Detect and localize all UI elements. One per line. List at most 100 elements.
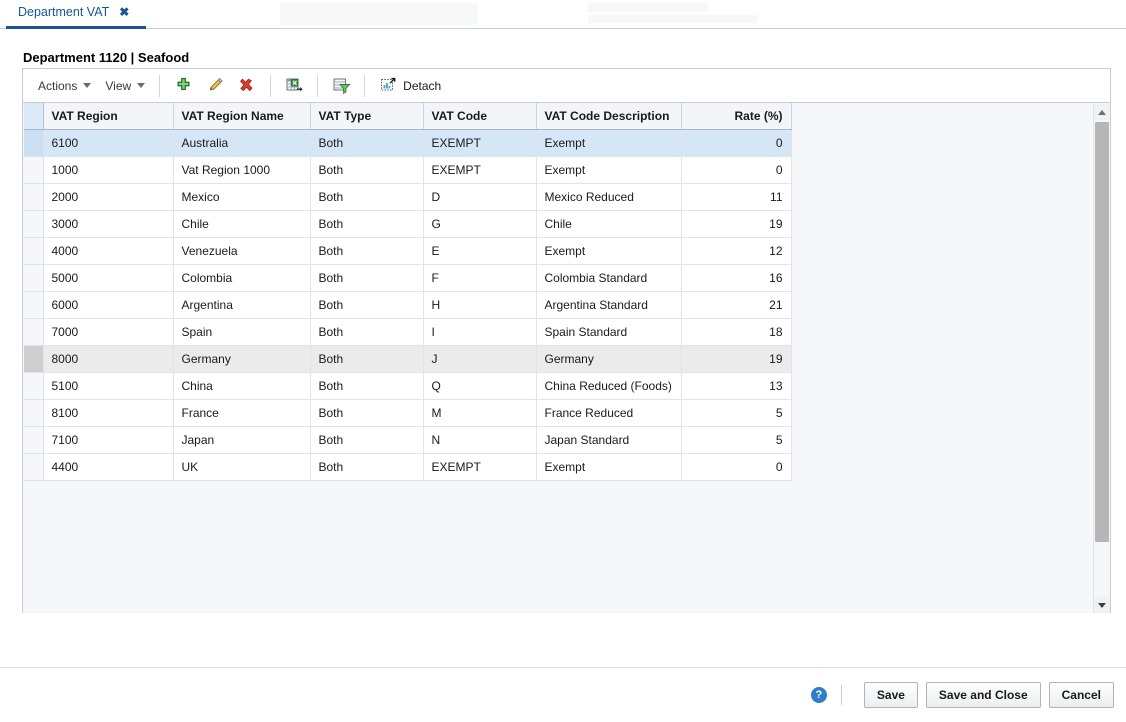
cell-vat-code-description[interactable]: Mexico Reduced	[536, 183, 682, 211]
cell-vat-region[interactable]: 2000	[43, 183, 174, 211]
cell-vat-code[interactable]: EXEMPT	[423, 156, 537, 184]
table-row[interactable]: 1000 Vat Region 1000 Both EXEMPT Exempt 0	[24, 156, 792, 184]
cell-rate[interactable]: 5	[681, 399, 792, 427]
detach-button[interactable]: Detach	[372, 74, 449, 97]
vertical-scrollbar[interactable]	[1093, 104, 1110, 613]
row-selector-cell[interactable]	[24, 372, 44, 400]
table-row[interactable]: 6000 Argentina Both H Argentina Standard 21	[24, 291, 792, 319]
cell-vat-type[interactable]: Both	[310, 129, 424, 157]
cell-rate[interactable]: 19	[681, 210, 792, 238]
cell-rate[interactable]: 0	[681, 156, 792, 184]
add-row-button[interactable]	[169, 73, 197, 99]
row-selector-cell[interactable]	[24, 345, 44, 373]
cell-vat-region-name[interactable]: Australia	[173, 129, 311, 157]
row-selector-cell[interactable]	[24, 156, 44, 184]
cell-vat-region-name[interactable]: France	[173, 399, 311, 427]
cell-vat-region-name[interactable]: Japan	[173, 426, 311, 454]
delete-row-button[interactable]	[233, 73, 261, 99]
cell-vat-code[interactable]: G	[423, 210, 537, 238]
cell-vat-code-description[interactable]: Colombia Standard	[536, 264, 682, 292]
cell-vat-code[interactable]: M	[423, 399, 537, 427]
cell-vat-region[interactable]: 3000	[43, 210, 174, 238]
cell-vat-region[interactable]: 7000	[43, 318, 174, 346]
table-row[interactable]: 2000 Mexico Both D Mexico Reduced 11	[24, 183, 792, 211]
cell-vat-code-description[interactable]: Japan Standard	[536, 426, 682, 454]
cell-vat-region[interactable]: 1000	[43, 156, 174, 184]
scroll-down-button[interactable]	[1094, 597, 1110, 613]
cell-vat-type[interactable]: Both	[310, 453, 424, 481]
cell-vat-code[interactable]: N	[423, 426, 537, 454]
column-header-vat-region-name[interactable]: VAT Region Name	[173, 103, 311, 130]
row-selector-cell[interactable]	[24, 399, 44, 427]
cell-vat-region-name[interactable]: Vat Region 1000	[173, 156, 311, 184]
cell-vat-region[interactable]: 6000	[43, 291, 174, 319]
cancel-button[interactable]: Cancel	[1048, 682, 1114, 708]
cell-vat-type[interactable]: Both	[310, 156, 424, 184]
row-selector-cell[interactable]	[24, 453, 44, 481]
table-row[interactable]: 4000 Venezuela Both E Exempt 12	[24, 237, 792, 265]
row-selector-cell[interactable]	[24, 318, 44, 346]
table-row[interactable]: 4400 UK Both EXEMPT Exempt 0	[24, 453, 792, 481]
cell-vat-region-name[interactable]: Spain	[173, 318, 311, 346]
edit-row-button[interactable]	[201, 73, 229, 99]
cell-vat-code-description[interactable]: Germany	[536, 345, 682, 373]
cell-vat-code-description[interactable]: Exempt	[536, 156, 682, 184]
cell-vat-type[interactable]: Both	[310, 210, 424, 238]
cell-vat-region-name[interactable]: Mexico	[173, 183, 311, 211]
cell-vat-region[interactable]: 5000	[43, 264, 174, 292]
table-row[interactable]: 8000 Germany Both J Germany 19	[24, 345, 792, 373]
cell-vat-type[interactable]: Both	[310, 399, 424, 427]
cell-vat-region-name[interactable]: Germany	[173, 345, 311, 373]
cell-vat-region-name[interactable]: UK	[173, 453, 311, 481]
row-selector-cell[interactable]	[24, 183, 44, 211]
table-row[interactable]: 6100 Australia Both EXEMPT Exempt 0	[24, 129, 792, 157]
cell-vat-code-description[interactable]: Exempt	[536, 453, 682, 481]
cell-rate[interactable]: 5	[681, 426, 792, 454]
cell-rate[interactable]: 18	[681, 318, 792, 346]
row-selector-cell[interactable]	[24, 426, 44, 454]
cell-vat-region[interactable]: 8000	[43, 345, 174, 373]
cell-vat-type[interactable]: Both	[310, 237, 424, 265]
cell-vat-region[interactable]: 8100	[43, 399, 174, 427]
cell-vat-code-description[interactable]: Exempt	[536, 129, 682, 157]
column-header-vat-code-description[interactable]: VAT Code Description	[536, 103, 682, 130]
export-to-excel-button[interactable]	[280, 73, 308, 99]
column-header-vat-type[interactable]: VAT Type	[310, 103, 424, 130]
row-selector-cell[interactable]	[24, 210, 44, 238]
cell-vat-code[interactable]: J	[423, 345, 537, 373]
cell-vat-code[interactable]: E	[423, 237, 537, 265]
table-row[interactable]: 8100 France Both M France Reduced 5	[24, 399, 792, 427]
cell-vat-code[interactable]: Q	[423, 372, 537, 400]
table-row[interactable]: 7100 Japan Both N Japan Standard 5	[24, 426, 792, 454]
row-selector-cell[interactable]	[24, 237, 44, 265]
cell-rate[interactable]: 0	[681, 129, 792, 157]
table-row[interactable]: 3000 Chile Both G Chile 19	[24, 210, 792, 238]
scrollbar-thumb[interactable]	[1095, 122, 1109, 542]
save-button[interactable]: Save	[863, 682, 918, 708]
cell-vat-code-description[interactable]: France Reduced	[536, 399, 682, 427]
cell-vat-code-description[interactable]: Argentina Standard	[536, 291, 682, 319]
cell-vat-region[interactable]: 7100	[43, 426, 174, 454]
save-and-close-button[interactable]: Save and Close	[925, 682, 1041, 708]
cell-vat-region[interactable]: 6100	[43, 129, 174, 157]
scroll-up-button[interactable]	[1094, 104, 1110, 120]
cell-vat-code[interactable]: EXEMPT	[423, 453, 537, 481]
cell-vat-code-description[interactable]: Spain Standard	[536, 318, 682, 346]
cell-vat-type[interactable]: Both	[310, 426, 424, 454]
column-header-vat-region[interactable]: VAT Region	[43, 103, 174, 130]
row-selector-cell[interactable]	[24, 264, 44, 292]
column-header-rate[interactable]: Rate (%)	[681, 103, 792, 130]
table-row[interactable]: 7000 Spain Both I Spain Standard 18	[24, 318, 792, 346]
cell-vat-code[interactable]: F	[423, 264, 537, 292]
cell-rate[interactable]: 16	[681, 264, 792, 292]
tab-department-vat[interactable]: Department VAT ✖	[6, 0, 146, 29]
cell-vat-code[interactable]: H	[423, 291, 537, 319]
cell-vat-code-description[interactable]: China Reduced (Foods)	[536, 372, 682, 400]
cell-vat-region[interactable]: 4000	[43, 237, 174, 265]
cell-vat-region[interactable]: 4400	[43, 453, 174, 481]
select-all-column-header[interactable]	[24, 103, 44, 130]
cell-rate[interactable]: 21	[681, 291, 792, 319]
table-row[interactable]: 5100 China Both Q China Reduced (Foods) 13	[24, 372, 792, 400]
row-selector-cell[interactable]	[24, 291, 44, 319]
cell-vat-type[interactable]: Both	[310, 291, 424, 319]
